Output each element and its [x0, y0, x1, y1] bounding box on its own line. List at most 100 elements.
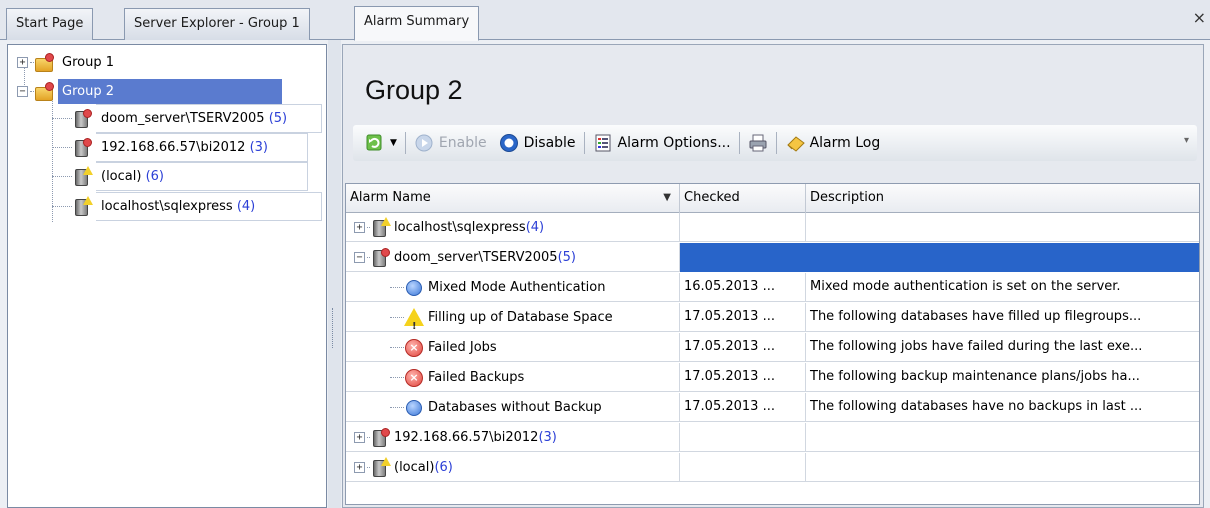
server-icon — [72, 108, 92, 129]
server-name: localhost\sqlexpress — [101, 199, 233, 214]
alarm-name-cell: × Failed Jobs — [346, 333, 680, 362]
refresh-dropdown-button[interactable]: ▼ — [359, 130, 403, 156]
disable-button[interactable]: Disable — [493, 130, 582, 156]
page-title: Group 2 — [365, 75, 463, 105]
splitter-grip-icon[interactable] — [332, 308, 335, 348]
tree-item-server[interactable]: doom_server\TSERV2005 (5) — [52, 104, 322, 133]
checked-cell: 17.05.2013 ... — [680, 333, 806, 362]
enable-label: Enable — [438, 135, 487, 151]
close-tab-icon[interactable]: × — [1193, 10, 1206, 26]
document-tabstrip: Start Page Server Explorer - Group 1 Ala… — [0, 0, 1210, 41]
description-cell: The following databases have no backups … — [806, 393, 1199, 422]
grid-alarm-row[interactable]: × Failed Backups 17.05.2013 ... The followi… — [346, 363, 1199, 392]
alarm-count: (5) — [557, 249, 576, 265]
toolbar-overflow-icon[interactable]: ▾ — [1184, 135, 1189, 146]
server-name: 192.168.66.57\bi2012 — [394, 429, 539, 445]
tab-server-explorer[interactable]: Server Explorer - Group 1 — [124, 8, 310, 40]
tree-item-label: (local) (6) — [96, 162, 308, 191]
pane-splitter[interactable] — [328, 40, 341, 508]
enable-button[interactable]: Enable — [408, 130, 493, 156]
warning-icon: ! — [404, 307, 424, 331]
tree-item-label: Group 2 — [58, 79, 282, 104]
checked-cell — [680, 213, 806, 242]
tab-alarm-summary[interactable]: Alarm Summary — [354, 6, 480, 41]
tab-start-page[interactable]: Start Page — [6, 8, 94, 40]
filter-dropdown-icon[interactable]: ▼ — [663, 184, 671, 211]
description-cell — [806, 213, 1199, 242]
tree-item-label: localhost\sqlexpress (4) — [96, 192, 322, 221]
description-cell: The following backup maintenance plans/j… — [806, 363, 1199, 392]
alarm-name-content: × Failed Jobs — [350, 333, 679, 361]
alarm-name: Mixed Mode Authentication — [428, 279, 606, 295]
alarm-count: (3) — [249, 140, 268, 155]
disable-label: Disable — [523, 135, 576, 151]
grid-alarm-row[interactable]: Mixed Mode Authentication 16.05.2013 ... M… — [346, 273, 1199, 302]
tree-item-server[interactable]: localhost\sqlexpress (4) — [52, 192, 322, 221]
alarm-count: (4) — [236, 199, 256, 214]
expand-icon[interactable]: + — [354, 432, 365, 443]
info-icon — [404, 278, 424, 298]
tab-label: Start Page — [16, 16, 84, 31]
tree-item-label: 192.168.66.57\bi2012 (3) — [96, 133, 308, 162]
column-header-description[interactable]: Description — [806, 184, 1200, 213]
expand-icon[interactable]: + — [354, 222, 365, 233]
grid-server-row[interactable]: +192.168.66.57\bi2012 (3) — [346, 423, 1199, 452]
printer-icon — [748, 133, 768, 153]
alarm-options-label: Alarm Options... — [617, 135, 731, 151]
grid-server-row[interactable]: − doom_server\TSERV2005 (5) — [346, 243, 1199, 272]
error-icon: × — [404, 368, 424, 388]
tree-item-group-2[interactable]: − Group 2 — [17, 78, 282, 105]
tree-item-group-1[interactable]: + Group 1 — [17, 49, 118, 76]
grid-alarm-row[interactable]: ! Filling up of Database Space 17.05.2013 … — [346, 303, 1199, 332]
alarm-log-button[interactable]: Alarm Log — [779, 130, 887, 156]
alarm-name: Failed Jobs — [428, 339, 497, 355]
grid-server-row[interactable]: + localhost\sqlexpress (4) — [346, 213, 1199, 242]
column-header-label: Alarm Name — [350, 190, 431, 205]
alarm-name-cell: + (local) (6) — [346, 453, 680, 482]
alarm-options-button[interactable]: Alarm Options... — [587, 130, 737, 156]
grid-alarm-row[interactable]: × Failed Jobs 17.05.2013 ... The following … — [346, 333, 1199, 362]
description-cell: The following databases have filled up f… — [806, 303, 1199, 332]
grid-server-row[interactable]: + (local) (6) — [346, 453, 1199, 482]
chevron-down-icon: ▼ — [390, 138, 397, 148]
print-button[interactable] — [742, 130, 774, 156]
options-icon — [593, 133, 613, 153]
tree-connector — [390, 317, 404, 318]
tree-connector — [390, 377, 404, 378]
alarm-count: (3) — [538, 429, 557, 445]
grid-alarm-row[interactable]: Databases without Backup 17.05.2013 ... Th… — [346, 393, 1199, 422]
checked-cell: 17.05.2013 ... — [680, 363, 806, 392]
alarm-count: (6) — [145, 169, 164, 184]
toolbar-separator — [738, 132, 740, 154]
checked-cell: 17.05.2013 ... — [680, 393, 806, 422]
checked-cell — [680, 243, 806, 272]
tab-label: Server Explorer - Group 1 — [134, 16, 300, 31]
toolbar-separator — [404, 132, 406, 154]
collapse-icon[interactable]: − — [354, 252, 365, 263]
alarm-name-content: + localhost\sqlexpress (4) — [350, 213, 679, 241]
alarm-name-content: Mixed Mode Authentication — [350, 273, 679, 301]
column-header-checked[interactable]: Checked — [680, 184, 806, 213]
column-header-label: Checked — [684, 190, 740, 205]
server-icon — [370, 247, 390, 268]
tree-item-server[interactable]: (local) (6) — [52, 162, 308, 191]
collapse-icon[interactable]: − — [17, 86, 28, 97]
server-name: (local) — [394, 459, 435, 475]
tree-item-server[interactable]: 192.168.66.57\bi2012 (3) — [52, 133, 308, 162]
alarm-name: Failed Backups — [428, 369, 525, 385]
alarm-log-label: Alarm Log — [809, 135, 881, 151]
tree-connector — [390, 407, 404, 408]
alarm-name: Databases without Backup — [428, 399, 602, 415]
expand-icon[interactable]: + — [17, 57, 28, 68]
server-icon — [72, 195, 93, 217]
alarm-name-cell: − doom_server\TSERV2005 (5) — [346, 243, 680, 272]
alarm-name-content: × Failed Backups — [350, 363, 679, 391]
expand-icon[interactable]: + — [354, 462, 365, 473]
toolbar: ▼ Enable Disable Alarm Options... Alarm … — [353, 125, 1197, 161]
column-header-alarm-name[interactable]: Alarm Name ▼ — [346, 184, 680, 213]
description-cell — [806, 453, 1199, 482]
refresh-icon — [365, 133, 385, 153]
server-name: doom_server\TSERV2005 — [394, 249, 558, 265]
alarm-name-cell: Mixed Mode Authentication — [346, 273, 680, 302]
server-name: (local) — [101, 169, 142, 184]
